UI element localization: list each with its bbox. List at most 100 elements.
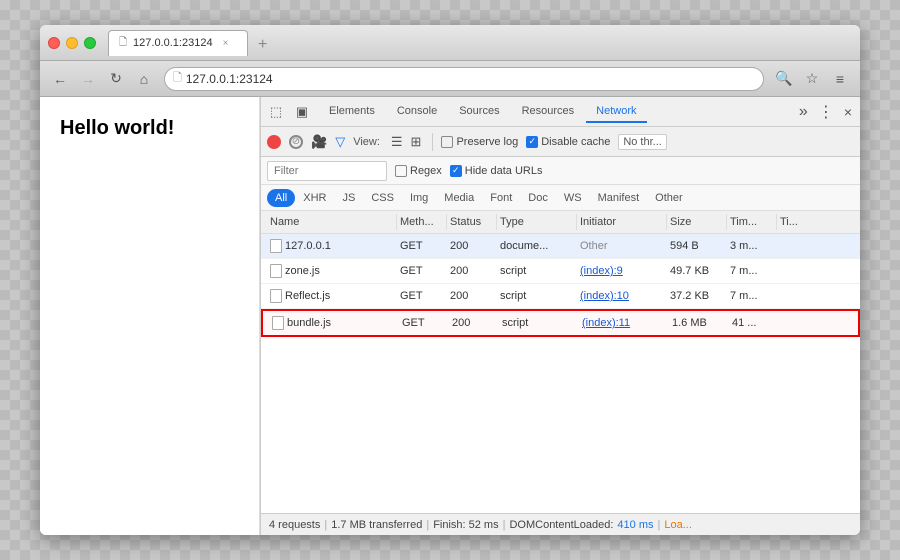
type-tab-doc[interactable]: Doc [520,189,556,207]
devtools-tab-bar: ⬚ ▣ Elements Console Sources Resources N… [261,97,860,127]
devtools-settings-icon[interactable]: ⋮ [814,102,838,122]
filter-options: Regex ✓ Hide data URLs [395,165,542,177]
preserve-log-checkbox[interactable] [441,136,453,148]
cell-time: 3 m... [727,238,777,254]
type-tab-media[interactable]: Media [436,189,482,207]
type-tab-js[interactable]: JS [334,189,363,207]
group-view-icon[interactable]: ⊞ [408,133,425,151]
new-tab-button[interactable]: + [252,34,273,56]
cell-initiator[interactable]: (index):9 [577,263,667,279]
tab-network[interactable]: Network [586,101,646,123]
devtools-close-icon[interactable]: × [840,104,856,120]
page-hello-world: Hello world! [60,117,174,140]
clear-button[interactable]: ⊘ [289,135,303,149]
cell-status: 200 [447,238,497,254]
cell-initiator[interactable]: (index):11 [579,315,669,331]
type-tab-ws[interactable]: WS [556,189,590,207]
cell-time: 41 ... [729,315,779,331]
filter-icon[interactable]: ▽ [335,134,345,150]
back-button[interactable]: ← [48,67,72,91]
cell-name: zone.js [267,262,397,280]
file-icon [272,316,284,330]
tab-sources[interactable]: Sources [449,101,509,123]
type-tab-css[interactable]: CSS [363,189,402,207]
cell-waterfall [779,321,809,325]
address-bar[interactable]: 🗋 127.0.0.1:23124 [164,67,764,91]
table-row[interactable]: zone.js GET 200 script (index):9 49.7 KB… [261,259,860,284]
file-icon [270,264,282,278]
type-tab-font[interactable]: Font [482,189,520,207]
forward-button[interactable]: → [76,67,100,91]
refresh-button[interactable]: ↻ [104,67,128,91]
filter-input[interactable] [267,161,387,181]
search-icon[interactable]: 🔍 [772,67,796,91]
transferred-size: 1.7 MB transferred [331,519,422,531]
tab-console[interactable]: Console [387,101,447,123]
more-tabs-icon[interactable]: » [795,103,812,121]
minimize-button[interactable] [66,37,78,49]
type-filter-tabs: All XHR JS CSS Img Media Font [261,185,860,211]
title-bar: 🗋 127.0.0.1:23124 × + [40,25,860,61]
type-tab-xhr[interactable]: XHR [295,189,334,207]
disable-cache-group: ✓ Disable cache [526,136,610,148]
cell-size: 594 B [667,238,727,254]
network-table: Name Meth... Status Type Initiator Size … [261,211,860,513]
separator-1: | [324,519,327,531]
table-row[interactable]: bundle.js GET 200 script (index):11 1.6 … [261,309,860,337]
record-button[interactable] [267,135,281,149]
tab-close-icon[interactable]: × [223,38,229,49]
bookmark-star-icon[interactable]: ☆ [800,67,824,91]
cell-status: 200 [447,263,497,279]
tab-elements[interactable]: Elements [319,101,385,123]
type-tab-all[interactable]: All [267,189,295,207]
maximize-button[interactable] [84,37,96,49]
regex-checkbox[interactable] [395,165,407,177]
cell-type: docume... [497,238,577,254]
disable-cache-checkbox[interactable]: ✓ [526,136,538,148]
cell-name: bundle.js [269,314,399,332]
preserve-log-group: Preserve log [441,136,518,148]
separator-4: | [658,519,661,531]
cell-name: 127.0.0.1 [267,237,397,255]
table-header: Name Meth... Status Type Initiator Size … [261,211,860,234]
regex-group: Regex [395,165,442,177]
col-size: Size [667,214,727,230]
cell-waterfall [777,244,807,248]
devtools-inspect-icons: ⬚ ▣ [265,101,313,123]
device-toolbar-icon[interactable]: ▣ [291,101,313,123]
cell-type: script [499,315,579,331]
cell-initiator[interactable]: (index):10 [577,288,667,304]
devtools-panel: ⬚ ▣ Elements Console Sources Resources N… [260,97,860,535]
separator-3: | [503,519,506,531]
throttle-select[interactable]: No thr... [618,134,667,150]
cell-initiator: Other [577,238,667,254]
cell-size: 37.2 KB [667,288,727,304]
list-view-icon[interactable]: ☰ [388,133,406,151]
table-row[interactable]: 127.0.0.1 GET 200 docume... Other 594 B … [261,234,860,259]
type-tab-manifest[interactable]: Manifest [590,189,648,207]
inspect-element-icon[interactable]: ⬚ [265,101,287,123]
browser-tab[interactable]: 🗋 127.0.0.1:23124 × [108,30,248,56]
filter-bar: Regex ✓ Hide data URLs [261,157,860,185]
page-area: Hello world! [40,97,260,535]
type-tab-img[interactable]: Img [402,189,436,207]
view-buttons: ☰ ⊞ [388,133,425,151]
table-row[interactable]: Reflect.js GET 200 script (index):10 37.… [261,284,860,309]
view-label: View: [353,136,380,148]
camera-icon[interactable]: 🎥 [311,134,327,150]
address-text: 127.0.0.1:23124 [186,72,273,86]
hide-data-urls-checkbox[interactable]: ✓ [450,165,462,177]
col-method: Meth... [397,214,447,230]
cell-status: 200 [447,288,497,304]
close-button[interactable] [48,37,60,49]
status-bar: 4 requests | 1.7 MB transferred | Finish… [261,513,860,535]
tab-resources[interactable]: Resources [512,101,585,123]
home-button[interactable]: ⌂ [132,67,156,91]
separator-2: | [426,519,429,531]
dom-content-loaded-label: DOMContentLoaded: [509,519,613,531]
load-label: Loa... [664,519,692,531]
menu-icon[interactable]: ≡ [828,67,852,91]
type-tab-other[interactable]: Other [647,189,691,207]
separator [432,133,433,151]
traffic-lights [48,37,96,49]
